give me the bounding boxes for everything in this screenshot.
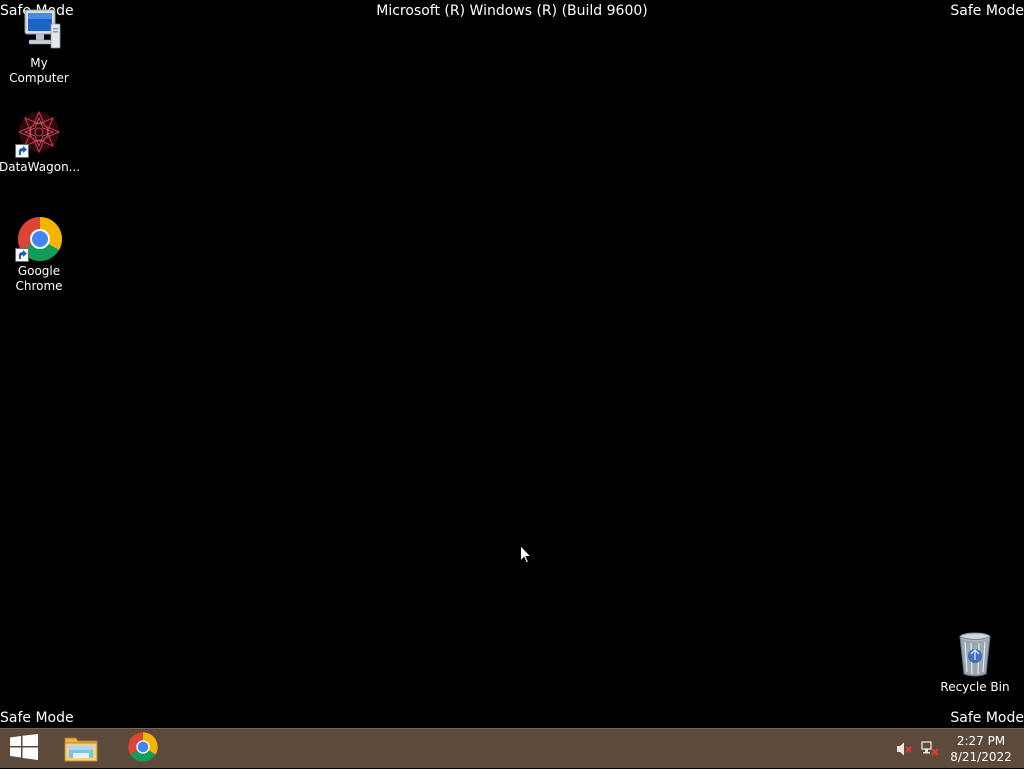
desktop-icon-recycle-bin[interactable]: Recycle Bin	[935, 630, 1015, 695]
desktop[interactable]: Safe Mode Microsoft (R) Windows (R) (Bui…	[0, 0, 1024, 728]
desktop-icon-label: Recycle Bin	[940, 680, 1010, 694]
desktop-icon-google-chrome[interactable]: Google Chrome	[0, 214, 79, 294]
desktop-icon-label: My Computer	[9, 56, 69, 85]
clock-date: 8/21/2022	[950, 750, 1012, 764]
recycle-bin-icon	[951, 630, 999, 678]
windows-logo-icon	[10, 734, 38, 764]
taskbar-file-explorer-button[interactable]	[56, 729, 106, 769]
safe-mode-label-top-right: Safe Mode	[950, 3, 1024, 19]
mouse-pointer-icon	[520, 544, 533, 564]
file-explorer-icon	[64, 732, 98, 766]
desktop-icon-datawagon[interactable]: DataWagon...	[0, 110, 81, 175]
computer-icon	[15, 6, 63, 54]
taskbar-clock[interactable]: 2:27 PM 8/21/2022	[948, 733, 1014, 765]
volume-muted-icon[interactable]	[896, 741, 914, 757]
taskbar-chrome-button[interactable]	[118, 729, 168, 769]
shortcut-arrow-icon	[15, 248, 29, 262]
datawagon-icon	[15, 110, 63, 158]
network-disconnected-icon[interactable]	[921, 741, 939, 757]
clock-time: 2:27 PM	[956, 734, 1006, 748]
chrome-icon	[15, 214, 63, 262]
build-version-label: Microsoft (R) Windows (R) (Build 9600)	[376, 3, 648, 19]
taskbar: 2:27 PM 8/21/2022	[0, 728, 1024, 768]
desktop-icon-my-computer[interactable]: My Computer	[0, 6, 79, 86]
desktop-icon-label: Google Chrome	[15, 264, 63, 293]
start-button[interactable]	[0, 729, 48, 769]
shortcut-arrow-icon	[15, 144, 29, 158]
desktop-icon-label: DataWagon...	[0, 160, 81, 174]
safe-mode-label-bottom-left: Safe Mode	[0, 710, 74, 726]
safe-mode-label-bottom-right: Safe Mode	[950, 710, 1024, 726]
chrome-icon	[127, 731, 159, 767]
